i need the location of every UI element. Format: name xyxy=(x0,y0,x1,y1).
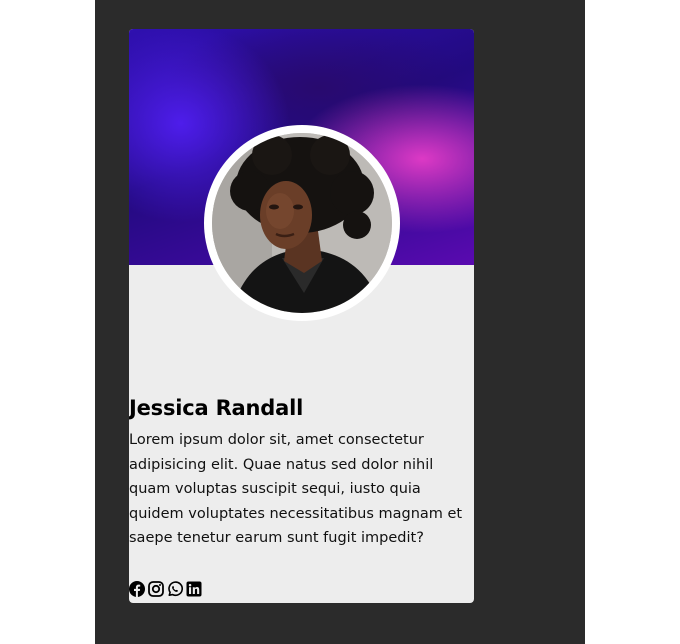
whatsapp-link[interactable] xyxy=(167,581,183,597)
linkedin-icon xyxy=(186,581,202,597)
facebook-link[interactable] xyxy=(129,581,145,597)
facebook-icon xyxy=(129,581,145,597)
avatar-photo xyxy=(212,133,392,313)
profile-name: Jessica Randall xyxy=(129,396,304,420)
social-links xyxy=(129,581,202,597)
instagram-icon xyxy=(148,581,164,597)
avatar xyxy=(212,133,392,313)
instagram-link[interactable] xyxy=(148,581,164,597)
avatar-ring xyxy=(204,125,400,321)
whatsapp-icon xyxy=(168,581,183,597)
profile-card: Jessica Randall Lorem ipsum dolor sit, a… xyxy=(129,29,474,603)
profile-bio: Lorem ipsum dolor sit, amet consectetur … xyxy=(129,432,463,547)
linkedin-link[interactable] xyxy=(186,581,202,597)
